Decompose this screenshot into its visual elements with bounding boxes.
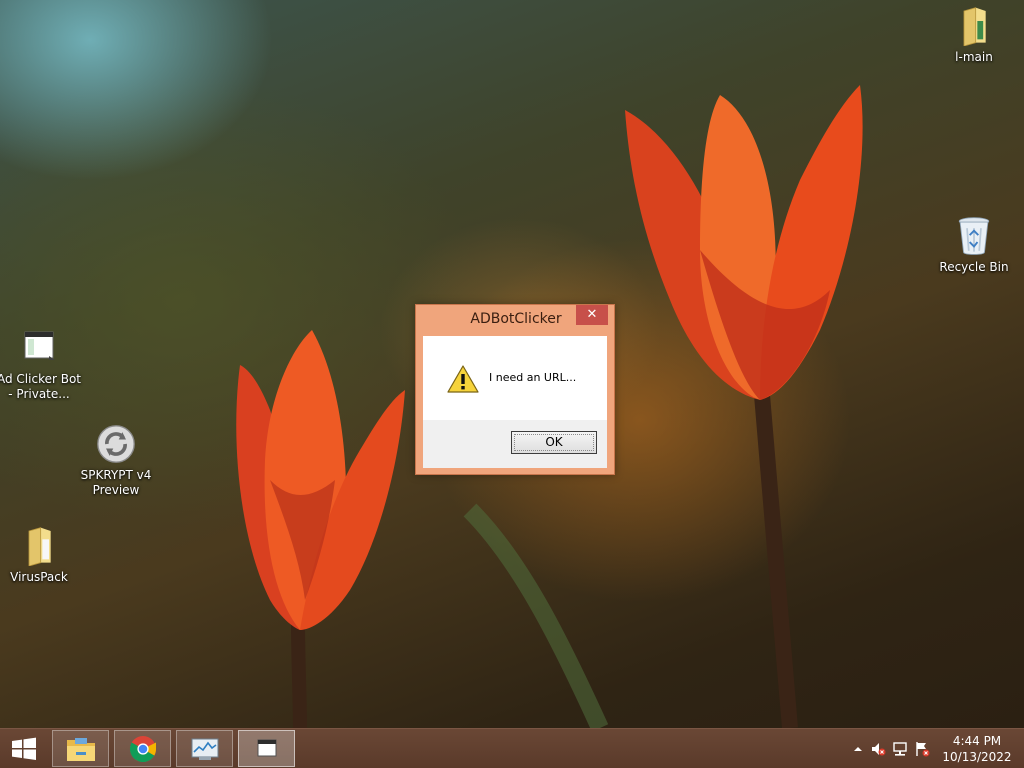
recycle-bin-icon [958,217,990,255]
desktop-icon-label: Recycle Bin [939,260,1009,274]
show-hidden-icons-chevron[interactable] [850,741,866,757]
desktop-icon-label: Ad Clicker Bot - Private... [0,372,82,401]
taskbar: 4:44 PM 10/13/2022 [0,728,1024,768]
taskbar-file-explorer[interactable] [52,730,109,767]
warning-icon [447,365,479,393]
desktop-icon-recycle-bin[interactable]: Recycle Bin [932,216,1016,275]
taskbar-clock[interactable]: 4:44 PM 10/13/2022 [942,733,1012,765]
application-window-icon [24,331,55,360]
clock-date: 10/13/2022 [942,750,1012,764]
desktop-icon-l-main[interactable]: l-main [932,6,1016,65]
file-explorer-icon [67,738,95,761]
resource-monitor-icon [191,738,219,760]
windows-logo-icon [12,737,36,760]
folder-icon [28,527,51,566]
network-icon[interactable] [892,741,908,757]
taskbar-chrome[interactable] [114,730,171,767]
desktop-icon-ad-clicker-bot[interactable]: Ad Clicker Bot - Private... [0,328,81,402]
dialog-body: I need an URL... OK [423,336,607,468]
folder-icon [963,7,986,46]
message-box-dialog: ADBotClicker ✕ I need an URL... OK [415,304,615,475]
system-tray: 4:44 PM 10/13/2022 [844,729,1024,768]
dialog-button-bar: OK [423,420,607,468]
start-button[interactable] [4,731,44,767]
dialog-content: I need an URL... [423,336,607,420]
desktop-icon-label: SPKRYPT v4 Preview [80,468,152,497]
taskbar-resource-monitor[interactable] [176,730,233,767]
taskbar-active-window[interactable] [238,730,295,767]
desktop-icon-label: l-main [955,50,993,64]
action-center-icon[interactable] [914,741,930,757]
window-icon [257,739,277,757]
desktop-icon-viruspack[interactable]: VirusPack [0,526,81,585]
chrome-icon [129,736,157,763]
ok-button[interactable]: OK [511,431,597,454]
speaker-muted-icon[interactable] [870,741,886,757]
desktop: l-main Recycle Bin Ad Clicker Bot - Priv… [0,0,1024,768]
sync-arrows-icon [97,425,135,463]
desktop-icon-spkrypt[interactable]: SPKRYPT v4 Preview [74,424,158,498]
desktop-icon-label: VirusPack [10,570,68,584]
close-button[interactable]: ✕ [576,305,608,325]
clock-time: 4:44 PM [952,734,1002,748]
dialog-message: I need an URL... [489,371,577,384]
